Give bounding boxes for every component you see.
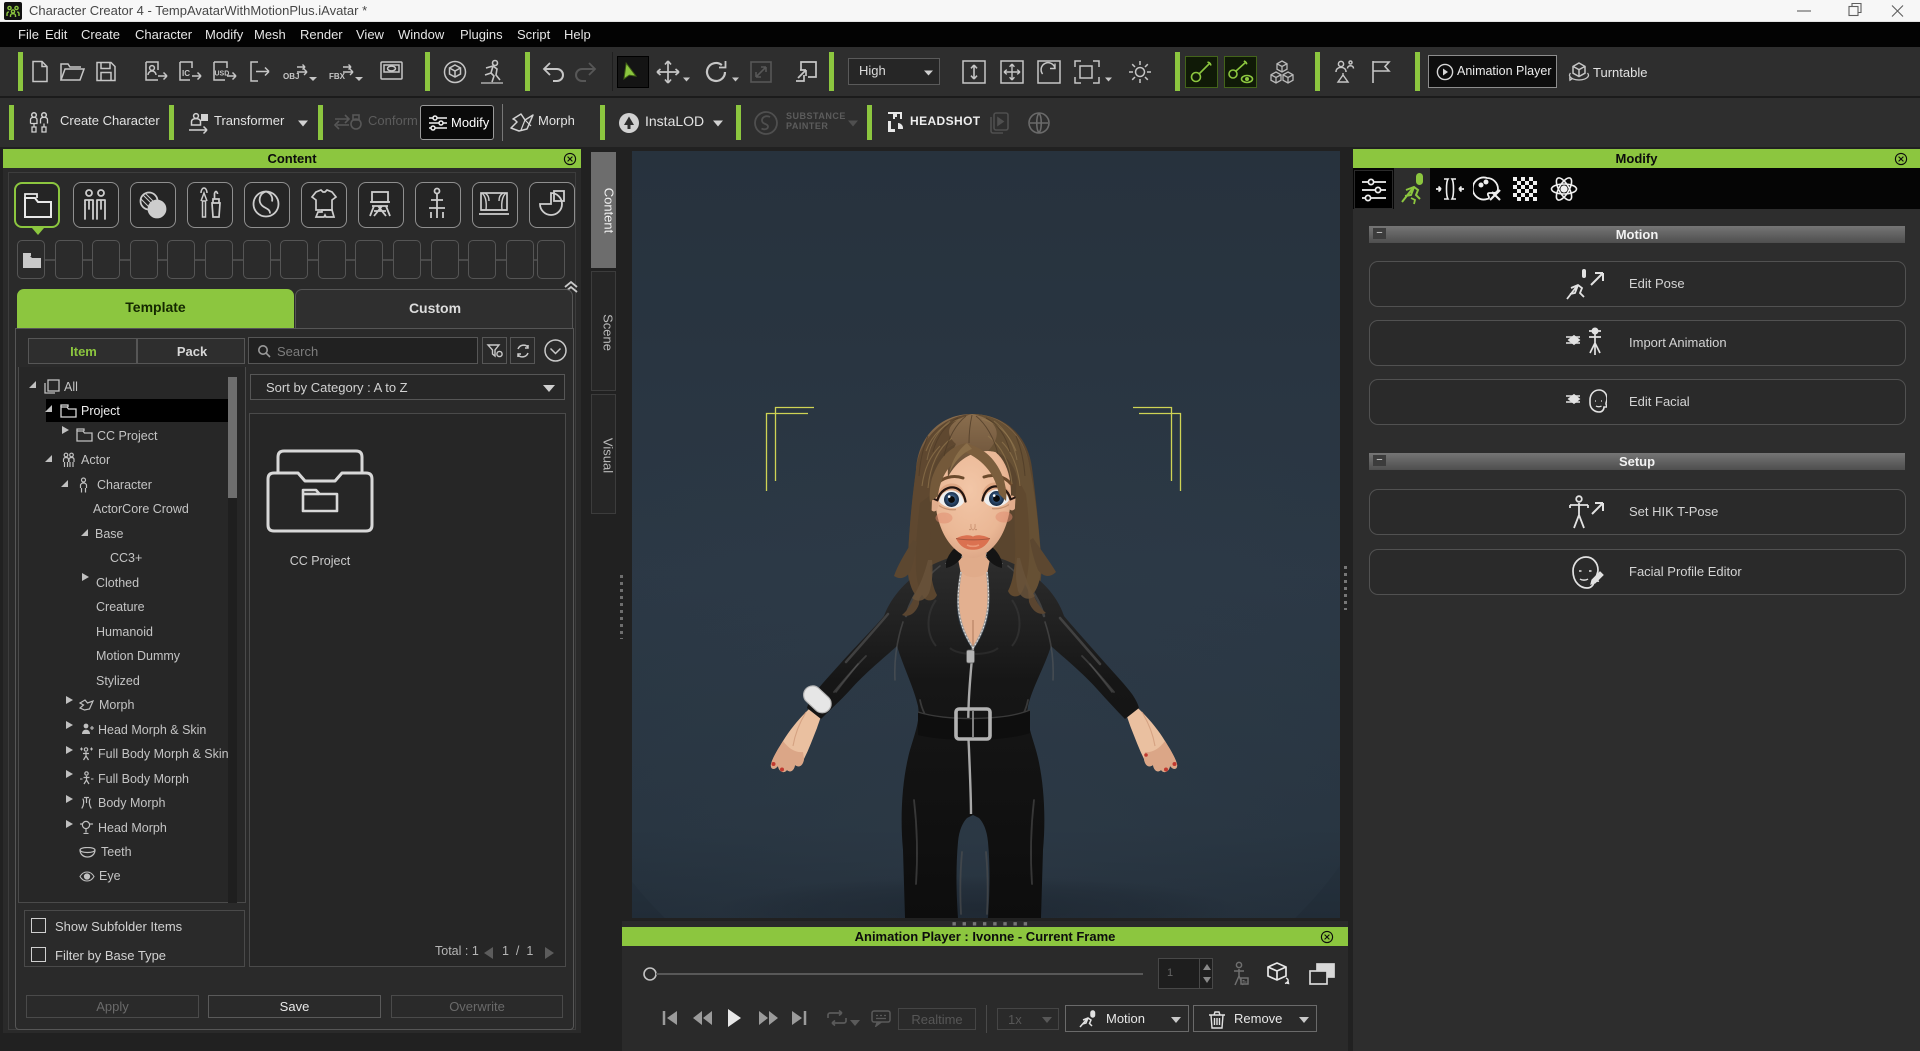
svg-text:OBJ: OBJ — [283, 72, 299, 81]
svg-text:USD: USD — [215, 71, 230, 78]
svg-text:IC: IC — [182, 69, 190, 78]
svg-text:FBX: FBX — [329, 72, 346, 81]
